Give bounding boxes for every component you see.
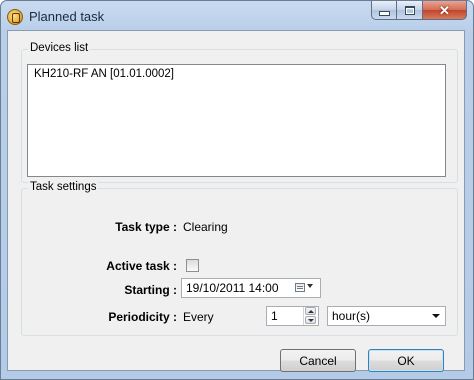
cancel-button[interactable]: Cancel [280,349,356,372]
devices-legend: Devices list [28,42,91,54]
maximize-button[interactable] [397,1,423,20]
periodicity-count-stepper[interactable]: 1 [266,306,319,326]
device-list-item[interactable]: KH210-RF AN [01.01.0002] [34,68,174,80]
chevron-down-icon[interactable] [307,284,313,288]
ok-button[interactable]: OK [368,349,444,372]
devices-listbox[interactable]: KH210-RF AN [01.01.0002] [27,64,446,177]
task-type-value: Clearing [183,220,228,234]
periodicity-unit-value: hour(s) [332,309,371,323]
periodicity-unit-select[interactable]: hour(s) [327,306,446,326]
periodicity-every-text: Every [183,310,214,324]
maximize-icon [404,5,415,15]
starting-label: Starting : [124,283,177,297]
task-settings-legend: Task settings [28,181,99,193]
task-type-label: Task type : [115,220,177,234]
minimize-icon [378,10,390,16]
caption-buttons: ✕ [371,1,467,21]
periodicity-label: Periodicity : [108,310,177,324]
spin-down-button[interactable] [305,316,316,324]
minimize-button[interactable] [371,1,397,20]
close-icon: ✕ [439,2,450,18]
starting-value: 19/10/2011 14:00 [186,281,279,295]
active-task-checkbox[interactable] [186,259,199,272]
periodicity-count-value: 1 [271,309,278,323]
dropdown-arrow-icon[interactable] [432,314,440,318]
calendar-icon[interactable] [295,283,305,292]
starting-datepicker[interactable]: 19/10/2011 14:00 [181,278,321,298]
window-title: Planned task [29,9,105,24]
active-task-label: Active task : [106,259,177,273]
spin-up-button[interactable] [305,307,316,315]
title-bar[interactable]: Planned task ✕ [1,1,473,31]
spinner [303,307,318,325]
app-icon [7,9,23,25]
close-button[interactable]: ✕ [423,1,467,20]
